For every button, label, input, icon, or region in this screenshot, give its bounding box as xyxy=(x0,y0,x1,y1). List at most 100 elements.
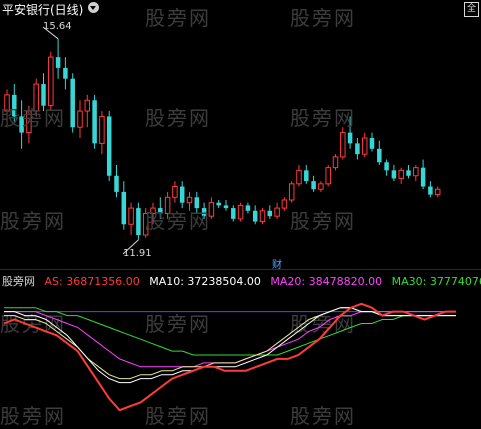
candle xyxy=(413,164,419,182)
candle xyxy=(318,181,324,192)
candle-body xyxy=(259,210,266,223)
candle-body xyxy=(340,132,346,158)
candle-body xyxy=(136,208,141,236)
candle-body xyxy=(274,207,280,217)
candle-body xyxy=(201,208,207,217)
candle-body xyxy=(304,170,309,182)
volume-indicator-chart xyxy=(3,302,456,412)
candle-body xyxy=(142,212,149,236)
candle xyxy=(114,164,119,198)
candle xyxy=(179,181,185,209)
candle-body xyxy=(245,205,251,211)
candle-body xyxy=(121,191,127,225)
candle-body xyxy=(48,56,54,107)
candle xyxy=(63,57,68,90)
candle xyxy=(121,181,127,230)
candle-body xyxy=(19,116,24,133)
candle-body xyxy=(77,110,83,128)
candle xyxy=(428,181,433,198)
candle-body xyxy=(216,202,221,206)
candle xyxy=(252,205,258,225)
candle-body xyxy=(398,169,404,179)
candle xyxy=(369,132,375,152)
candlestick-chart xyxy=(4,26,441,255)
candle-body xyxy=(186,196,193,204)
candle xyxy=(99,111,105,155)
candle-body xyxy=(355,143,360,155)
candle-body xyxy=(70,78,75,128)
candle-body xyxy=(179,186,185,203)
candle xyxy=(92,94,97,149)
candle-body xyxy=(369,138,375,149)
candle xyxy=(84,94,91,128)
candle-body xyxy=(384,162,389,171)
candle xyxy=(259,208,266,225)
candle xyxy=(4,89,10,128)
candle xyxy=(186,191,193,211)
stock-chart-window: 平安银行(日线) 全 15.64 11.91 财 股旁网 股旁网 股旁网 股旁网… xyxy=(0,0,481,428)
candle-body xyxy=(296,169,302,185)
candle xyxy=(158,197,163,219)
candle xyxy=(55,38,61,79)
candle xyxy=(332,154,339,171)
candle-body xyxy=(288,183,295,201)
candle xyxy=(347,116,353,149)
candle-body xyxy=(158,208,163,214)
candle-body xyxy=(26,110,32,134)
candle xyxy=(194,191,200,214)
candle xyxy=(106,111,112,182)
candle xyxy=(267,205,273,219)
candle xyxy=(281,197,288,211)
candle xyxy=(142,208,149,238)
candle xyxy=(384,159,389,176)
candle xyxy=(70,73,75,133)
candle-body xyxy=(33,83,39,112)
candle xyxy=(237,202,244,222)
candle xyxy=(361,132,368,157)
fullscreen-icon[interactable]: 全 xyxy=(464,2,479,17)
candle xyxy=(311,175,316,192)
candle-body xyxy=(252,210,258,222)
candle xyxy=(164,191,171,219)
candle-body xyxy=(208,202,215,217)
candle xyxy=(223,200,229,211)
candle-body xyxy=(223,205,229,209)
candle xyxy=(19,100,24,149)
candle xyxy=(231,205,236,222)
candle-body xyxy=(325,167,331,185)
candle xyxy=(216,200,221,209)
candle xyxy=(201,202,207,219)
candle xyxy=(128,202,134,236)
candle-body xyxy=(106,116,112,176)
candle xyxy=(245,202,251,214)
panel-divider xyxy=(0,269,481,270)
candle xyxy=(77,100,83,138)
candle xyxy=(325,164,331,187)
candle-body xyxy=(347,132,353,144)
candle-body xyxy=(413,167,419,177)
candle-body xyxy=(237,204,244,220)
candle xyxy=(288,181,295,203)
low-price-label: 11.91 xyxy=(123,248,152,259)
candle-body xyxy=(391,170,397,179)
candle xyxy=(304,164,309,184)
candle-body xyxy=(231,208,236,219)
candle-body xyxy=(92,100,97,144)
candle-body xyxy=(12,94,17,117)
chart-title: 平安银行(日线) xyxy=(2,3,84,17)
candle xyxy=(136,202,141,240)
candle-body xyxy=(150,207,156,214)
candle-body xyxy=(281,199,288,209)
candle-body xyxy=(377,148,382,163)
candle xyxy=(434,186,441,198)
candle-body xyxy=(55,57,61,68)
candle xyxy=(172,181,178,203)
candle xyxy=(12,84,17,122)
collapse-toggle-icon[interactable] xyxy=(88,2,99,13)
candle-body xyxy=(99,115,105,144)
candle xyxy=(391,164,397,182)
candle-body xyxy=(164,196,171,214)
candle-body xyxy=(311,181,316,190)
candle xyxy=(296,164,302,187)
candle-body xyxy=(434,188,441,196)
